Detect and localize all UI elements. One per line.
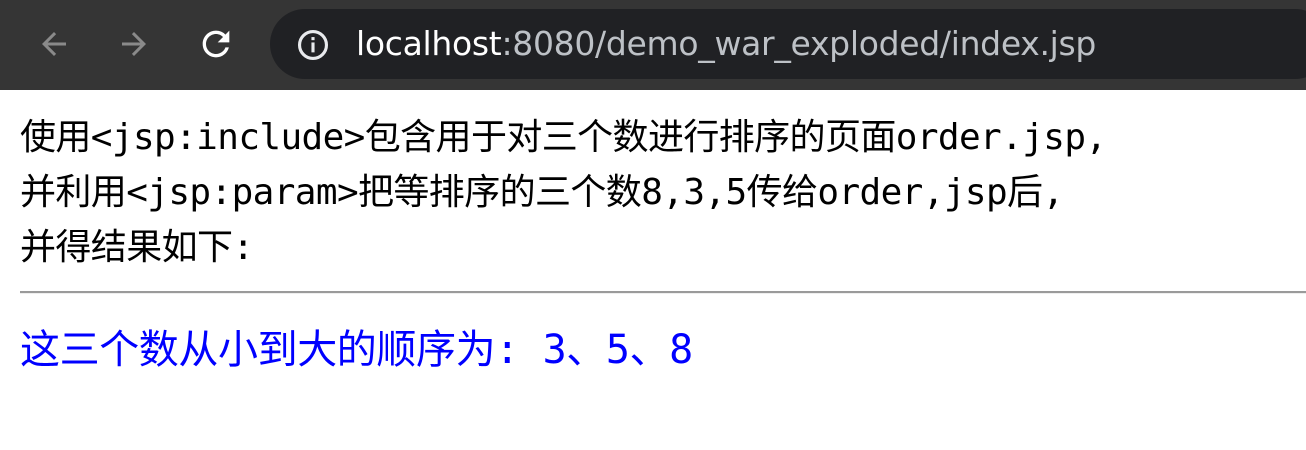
back-button[interactable] (32, 22, 76, 66)
url-text[interactable]: localhost:8080/demo_war_exploded/index.j… (356, 21, 1096, 67)
horizontal-rule (20, 291, 1306, 294)
intro-line-1: 使用<jsp:include>包含用于对三个数进行排序的页面order.jsp, (20, 117, 1107, 158)
page-content: 使用<jsp:include>包含用于对三个数进行排序的页面order.jsp,… (20, 110, 1290, 275)
browser-toolbar: localhost:8080/demo_war_exploded/index.j… (0, 0, 1306, 90)
forward-button[interactable] (112, 22, 156, 66)
arrow-left-icon (42, 32, 66, 56)
url-host: localhost (356, 24, 502, 63)
url-path: :8080/demo_war_exploded/index.jsp (501, 24, 1097, 63)
intro-line-2: 并利用<jsp:param>把等排序的三个数8,3,5传给order,jsp后, (20, 172, 1064, 213)
reload-icon (202, 30, 230, 58)
intro-line-3: 并得结果如下: (20, 227, 254, 268)
result-text: 这三个数从小到大的顺序为: 3、5、8 (20, 327, 693, 373)
arrow-right-icon (122, 32, 146, 56)
reload-button[interactable] (194, 22, 238, 66)
info-icon[interactable] (296, 28, 330, 62)
